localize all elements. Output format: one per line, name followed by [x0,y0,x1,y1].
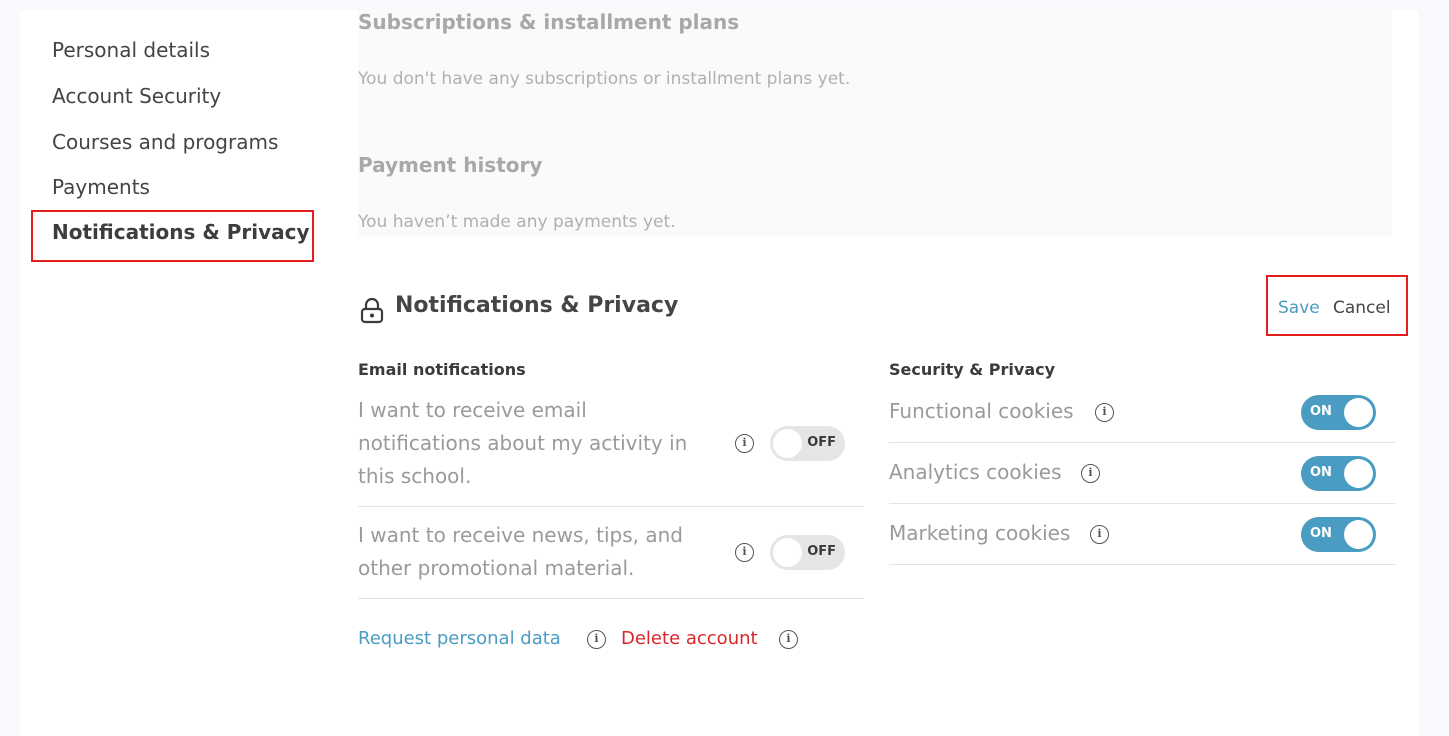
highlight-save-cancel [1266,275,1408,336]
marketing-cookies-toggle[interactable]: ON [1301,517,1376,552]
delete-account-link[interactable]: Delete account [621,628,758,649]
subscriptions-empty-text: You don't have any subscriptions or inst… [358,69,851,89]
toggle-knob [773,538,802,567]
sidebar-item-personal-details[interactable]: Personal details [52,38,210,62]
sidebar-item-courses-programs[interactable]: Courses and programs [52,130,278,154]
functional-cookies-toggle[interactable]: ON [1301,395,1376,430]
info-icon[interactable]: i [587,630,606,649]
email-activity-text: I want to receive email notifications ab… [358,394,687,493]
email-notifications-heading: Email notifications [358,360,526,379]
subscriptions-title: Subscriptions & installment plans [358,10,740,34]
sidebar-item-payments[interactable]: Payments [52,175,150,199]
toggle-state-label: ON [1310,404,1332,419]
functional-cookies-label: Functional cookies [889,399,1074,423]
email-promo-line1: I want to receive news, tips, and [358,523,683,547]
info-icon[interactable]: i [735,434,754,453]
toggle-state-label: OFF [807,544,836,559]
highlight-sidebar-active [31,210,314,262]
divider [889,442,1395,443]
toggle-state-label: ON [1310,526,1332,541]
toggle-knob [773,429,802,458]
divider [358,598,864,599]
request-personal-data-link[interactable]: Request personal data [358,628,561,649]
toggle-knob [1344,520,1373,549]
info-icon[interactable]: i [1090,525,1109,544]
email-activity-toggle[interactable]: OFF [770,426,845,461]
info-icon[interactable]: i [1081,464,1100,483]
payment-history-empty-text: You haven’t made any payments yet. [358,212,676,232]
analytics-cookies-label: Analytics cookies [889,460,1062,484]
toggle-knob [1344,459,1373,488]
email-activity-line3: this school. [358,464,472,488]
email-promo-line2: other promotional material. [358,556,635,580]
info-icon[interactable]: i [1095,403,1114,422]
divider [889,503,1395,504]
email-activity-line1: I want to receive email [358,398,587,422]
analytics-cookies-toggle[interactable]: ON [1301,456,1376,491]
security-privacy-heading: Security & Privacy [889,360,1056,379]
divider [358,506,864,507]
section-title: Notifications & Privacy [395,293,679,318]
divider [889,564,1395,565]
info-icon[interactable]: i [779,630,798,649]
payments-panel [358,10,1392,236]
marketing-cookies-label: Marketing cookies [889,521,1071,545]
email-activity-line2: notifications about my activity in [358,431,688,455]
payment-history-title: Payment history [358,153,543,177]
toggle-state-label: ON [1310,465,1332,480]
email-promo-toggle[interactable]: OFF [770,535,845,570]
toggle-state-label: OFF [807,435,836,450]
info-icon[interactable]: i [735,543,754,562]
lock-icon [360,297,384,324]
sidebar-item-account-security[interactable]: Account Security [52,84,221,108]
email-promo-text: I want to receive news, tips, and other … [358,519,683,585]
toggle-knob [1344,398,1373,427]
